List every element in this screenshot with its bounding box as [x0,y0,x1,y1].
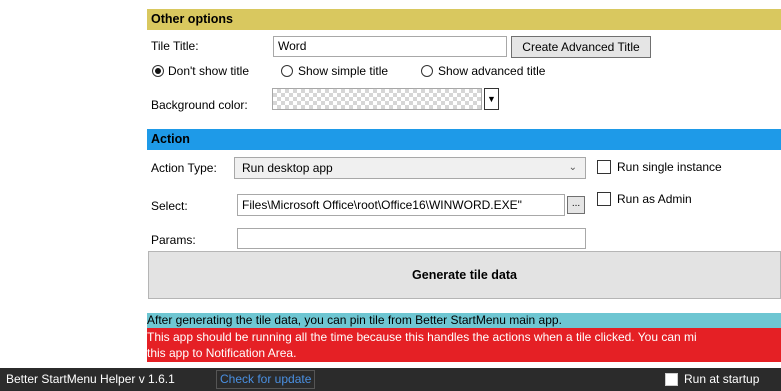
info-message: After generating the tile data, you can … [147,313,781,328]
settings-panel: Other options Tile Title: Word Create Ad… [147,0,781,368]
background-color-label: Background color: [151,98,248,112]
run-at-startup-checkbox[interactable] [665,373,678,386]
run-single-instance-checkbox[interactable] [597,160,611,174]
action-header: Action [147,129,781,150]
left-pane [0,0,147,368]
show-advanced-title-radio[interactable] [421,65,433,77]
app-version-text: Better StartMenu Helper v 1.6.1 [6,372,175,386]
create-advanced-title-button[interactable]: Create Advanced Title [511,36,651,58]
dont-show-title-label: Don't show title [168,64,249,78]
run-as-admin-label: Run as Admin [617,192,692,206]
browse-button[interactable]: ... [567,196,585,214]
run-single-instance-label: Run single instance [617,160,722,174]
action-type-label: Action Type: [151,161,217,175]
other-options-header: Other options [147,9,781,30]
tile-title-input[interactable]: Word [273,36,507,57]
dont-show-title-radio[interactable] [152,65,164,77]
warning-line-2: this app to Notification Area. [147,346,297,360]
params-input[interactable] [237,228,586,249]
run-as-admin-checkbox[interactable] [597,192,611,206]
background-color-swatch[interactable] [272,88,482,110]
action-type-select[interactable]: Run desktop app ⌄ [234,157,586,179]
chevron-down-icon: ⌄ [568,162,577,173]
tile-title-label: Tile Title: [151,39,199,53]
show-simple-title-radio[interactable] [281,65,293,77]
status-bar: Better StartMenu Helper v 1.6.1 Check fo… [0,368,781,391]
generate-tile-data-button[interactable]: Generate tile data [148,251,781,299]
show-advanced-title-label: Show advanced title [438,64,546,78]
dropdown-arrow-icon: ▼ [487,94,496,104]
warning-message: This app should be running all the time … [147,328,781,362]
app-path-input[interactable]: Files\Microsoft Office\root\Office16\WIN… [237,194,565,216]
params-label: Params: [151,233,196,247]
run-at-startup-label: Run at startup [684,372,760,386]
select-label: Select: [151,199,188,213]
background-color-dropdown-button[interactable]: ▼ [484,88,499,110]
warning-line-1: This app should be running all the time … [147,330,697,344]
check-for-update-link[interactable]: Check for update [216,370,316,389]
action-type-value: Run desktop app [242,161,333,175]
show-simple-title-label: Show simple title [298,64,389,78]
